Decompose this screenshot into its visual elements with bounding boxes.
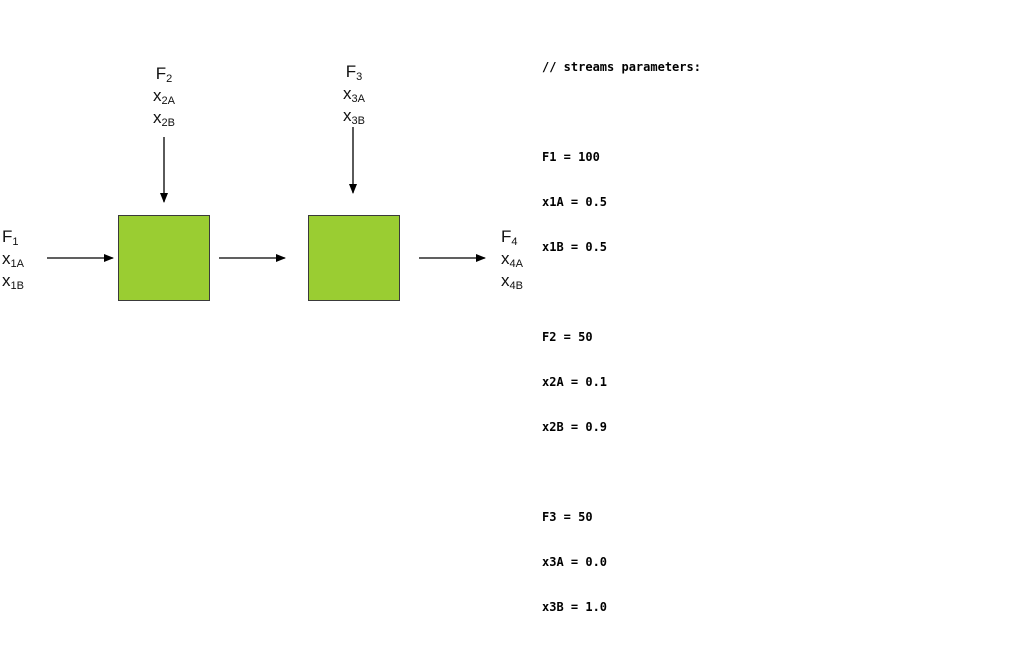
stream-4-flow: F4 bbox=[501, 227, 518, 248]
stream-parameters-block: // streams parameters: F1 = 100 x1A = 0.… bbox=[542, 30, 701, 645]
parameter-line: x3B = 1.0 bbox=[542, 600, 608, 614]
stream-4-xb: x4B bbox=[501, 271, 523, 292]
parameter-line: x1B = 0.5 bbox=[542, 240, 608, 254]
stream-2-flow: F2 bbox=[155, 64, 173, 85]
stream-3-flow: F3 bbox=[345, 62, 363, 83]
stream-1-xb: x1B bbox=[2, 271, 24, 292]
stream-3-label: F3 x3A x3B bbox=[330, 61, 378, 127]
parameters-comment: // streams parameters: bbox=[542, 60, 701, 74]
stream-2-xb: x2B bbox=[153, 108, 175, 129]
parameter-line: F3 = 50 bbox=[542, 510, 593, 524]
stream-2-label: F2 x2A x2B bbox=[140, 63, 188, 129]
parameter-line: x2A = 0.1 bbox=[542, 375, 608, 389]
stream-3-xa: x3A bbox=[343, 84, 365, 105]
stream-4-label: F4 x4A x4B bbox=[501, 226, 523, 292]
stream-3-xb: x3B bbox=[343, 106, 365, 127]
stream-2-xa: x2A bbox=[153, 86, 175, 107]
parameter-line: x1A = 0.5 bbox=[542, 195, 608, 209]
stream-1-xa: x1A bbox=[2, 249, 24, 270]
parameter-line: F1 = 100 bbox=[542, 150, 600, 164]
process-unit-1 bbox=[118, 215, 210, 301]
stream-1-flow: F1 bbox=[2, 227, 19, 248]
process-diagram: F1 x1A x1B F2 x2A x2B F3 x3A x3B F4 x4A … bbox=[0, 0, 1029, 614]
stream-4-xa: x4A bbox=[501, 249, 523, 270]
stream-1-label: F1 x1A x1B bbox=[2, 226, 24, 292]
parameter-line: F2 = 50 bbox=[542, 330, 593, 344]
parameter-line: x2B = 0.9 bbox=[542, 420, 608, 434]
parameter-line: x3A = 0.0 bbox=[542, 555, 608, 569]
process-unit-2 bbox=[308, 215, 400, 301]
